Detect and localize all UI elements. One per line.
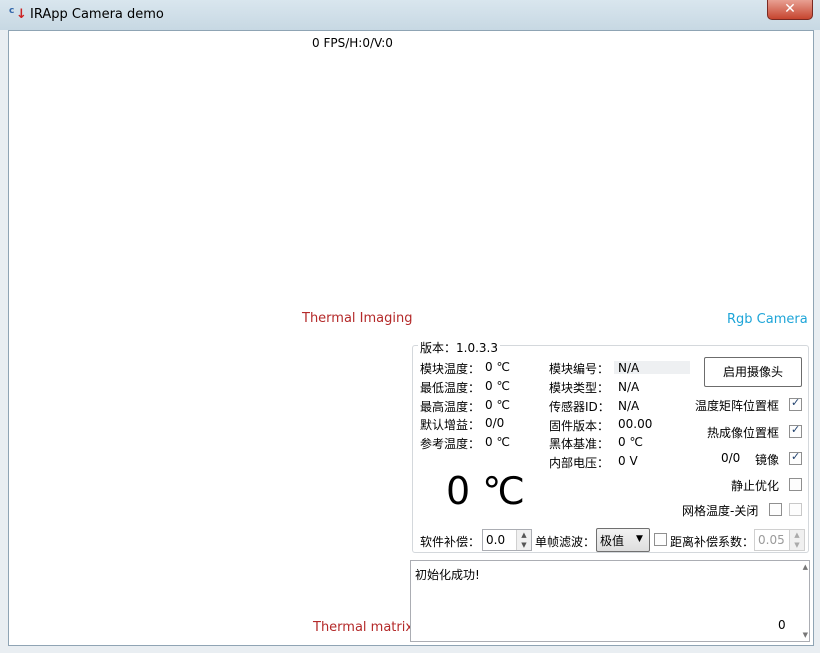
max-temp-value: 0 ℃ xyxy=(485,398,510,412)
sensor-id-label: 传感器ID： xyxy=(549,400,610,414)
frame-filter-value: 极值 xyxy=(600,534,625,548)
default-gain-label: 默认增益： xyxy=(420,418,481,432)
log-message: 初始化成功! xyxy=(415,568,480,582)
temp-matrix-frame-checkbox[interactable] xyxy=(789,396,802,411)
sensor-id-value: N/A xyxy=(618,399,640,413)
software-comp-value: 0.0 xyxy=(486,533,506,547)
start-camera-button[interactable]: 启用摄像头 xyxy=(704,357,802,387)
module-temp-label: 模块温度： xyxy=(420,362,481,376)
mirror-counter: 0/0 xyxy=(721,451,741,465)
log-counter: 0 xyxy=(778,618,786,632)
log-textbox[interactable]: 初始化成功! 0 ▲ ▼ xyxy=(410,560,810,642)
module-type-value: N/A xyxy=(618,380,640,394)
spin-up-icon[interactable]: ▲ xyxy=(789,530,804,540)
min-temp-label: 最低温度： xyxy=(420,381,481,395)
min-temp-value: 0 ℃ xyxy=(485,379,510,393)
spin-down-icon[interactable]: ▼ xyxy=(516,540,531,550)
max-temp-label: 最高温度： xyxy=(420,400,481,414)
scroll-down-icon[interactable]: ▼ xyxy=(803,631,808,639)
distance-comp-checkbox[interactable] xyxy=(654,533,667,546)
thermometer-icon: c ↓ xyxy=(9,6,27,22)
distance-comp-spinbox[interactable]: 0.05 ▲ ▼ xyxy=(754,529,805,551)
thermal-frame-checkbox[interactable] xyxy=(789,423,802,438)
distance-comp-label: 距离补偿系数： xyxy=(670,535,755,549)
rgb-camera-label: Rgb Camera xyxy=(727,312,808,327)
grid-temp-checkbox[interactable] xyxy=(769,503,782,516)
blackbody-ref-value: 0 ℃ xyxy=(618,435,643,449)
thermal-frame-label: 热成像位置框 xyxy=(707,426,780,440)
frame-filter-select[interactable]: 极值 ▼ xyxy=(596,528,650,552)
distance-comp-value: 0.05 xyxy=(758,533,785,547)
mirror-label: 镜像 xyxy=(755,453,780,467)
spin-up-icon[interactable]: ▲ xyxy=(516,530,531,540)
title-bar: c ↓ IRApp Camera demo ✕ xyxy=(0,0,820,30)
static-opt-label: 静止优化 xyxy=(731,479,780,493)
module-temp-value: 0 ℃ xyxy=(485,360,510,374)
internal-voltage-label: 内部电压： xyxy=(549,456,610,470)
close-button[interactable]: ✕ xyxy=(767,0,813,20)
software-comp-spinbox[interactable]: 0.0 ▲ ▼ xyxy=(482,529,532,551)
scroll-up-icon[interactable]: ▲ xyxy=(803,563,808,571)
module-id-value: N/A xyxy=(618,361,640,375)
firmware-version-label: 固件版本： xyxy=(549,419,610,433)
reference-temp-label: 参考温度： xyxy=(420,437,481,451)
reference-temp-value: 0 ℃ xyxy=(485,435,510,449)
version-legend: 版本：1.0.3.3 xyxy=(418,339,500,356)
mirror-checkbox[interactable] xyxy=(789,450,802,465)
dropdown-arrow-icon: ▼ xyxy=(636,534,643,544)
main-window-client: 0 FPS/H:0/V:0 Thermal Imaging Rgb Camera… xyxy=(8,30,814,646)
window-title: IRApp Camera demo xyxy=(30,7,164,22)
thermal-imaging-label: Thermal Imaging xyxy=(302,311,413,326)
thermal-matrix-label: Thermal matrix xyxy=(313,620,414,635)
fps-status: 0 FPS/H:0/V:0 xyxy=(312,36,393,50)
frame-filter-label: 单帧滤波： xyxy=(535,535,596,549)
blackbody-ref-label: 黑体基准： xyxy=(549,437,610,451)
big-temperature-display: 0 ℃ xyxy=(446,469,525,513)
software-comp-label: 软件补偿： xyxy=(420,535,481,549)
firmware-version-value: 00.00 xyxy=(618,417,653,431)
default-gain-value: 0/0 xyxy=(485,416,505,430)
module-type-label: 模块类型： xyxy=(549,381,610,395)
static-opt-checkbox[interactable] xyxy=(789,478,802,491)
temp-matrix-frame-label: 温度矩阵位置框 xyxy=(695,399,780,413)
module-id-label: 模块编号： xyxy=(549,362,610,376)
spin-down-icon[interactable]: ▼ xyxy=(789,540,804,550)
internal-voltage-value: 0 V xyxy=(618,454,638,468)
grid-temp-label: 网格温度-关闭 xyxy=(682,504,759,518)
grid-temp-extra-checkbox[interactable] xyxy=(789,503,802,516)
